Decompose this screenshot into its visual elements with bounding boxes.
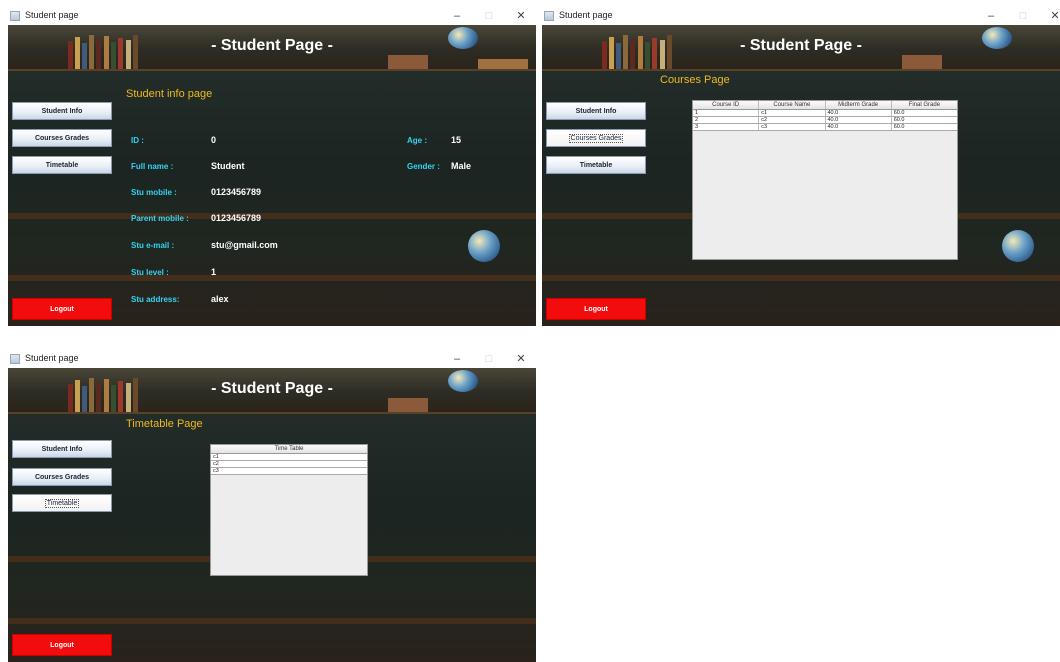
window-title: Student page xyxy=(25,10,79,20)
gender-value: Male xyxy=(451,161,472,171)
table-cell: c2 xyxy=(213,461,219,467)
table-cell: 2 xyxy=(693,117,760,123)
table-header: Course ID Course Name Midterm Grade Fina… xyxy=(693,101,957,110)
globe-icon xyxy=(468,230,500,262)
window-title: Student page xyxy=(559,10,613,20)
maximize-button[interactable]: □ xyxy=(480,9,498,23)
table-row[interactable]: c2 xyxy=(211,461,367,468)
globe-icon xyxy=(1002,230,1034,262)
table-cell: 3 xyxy=(693,124,760,130)
gender-label: Gender : xyxy=(407,162,440,171)
close-button[interactable]: ✕ xyxy=(512,352,530,366)
maximize-button[interactable]: □ xyxy=(480,352,498,366)
header-banner: - Student Page - xyxy=(8,368,536,414)
logout-button[interactable]: Logout xyxy=(12,634,112,656)
table-cell: 60.0 xyxy=(893,110,905,116)
minimize-button[interactable]: – xyxy=(982,9,1000,23)
timetable-button[interactable]: Timetable xyxy=(12,156,112,174)
table-row[interactable]: 2 c2 40.0 60.0 xyxy=(693,117,957,124)
timetable-window: Student page – □ ✕ - Student Page - Stud… xyxy=(8,351,536,662)
app-content: - Student Page - Student Info Courses Gr… xyxy=(542,25,1060,326)
maximize-button[interactable]: □ xyxy=(1014,9,1032,23)
java-app-icon xyxy=(10,354,20,364)
timetable-button[interactable]: Timetable xyxy=(546,156,646,174)
id-label: ID : xyxy=(131,136,144,145)
table-cell: 60.0 xyxy=(893,117,905,123)
header-banner: - Student Page - xyxy=(542,25,1060,71)
minimize-button[interactable]: – xyxy=(448,9,466,23)
parent-mobile-label: Parent mobile : xyxy=(131,214,189,223)
column-header[interactable]: Course Name xyxy=(759,101,826,109)
email-label: Stu e-mail : xyxy=(131,241,175,250)
close-button[interactable]: ✕ xyxy=(1046,9,1060,23)
column-header[interactable]: Time Table xyxy=(211,445,367,453)
table-cell: 40.0 xyxy=(826,117,892,123)
title-bar: Student page – □ ✕ xyxy=(8,351,536,368)
title-bar: Student page – □ ✕ xyxy=(542,8,1060,25)
java-app-icon xyxy=(544,11,554,21)
table-cell: c1 xyxy=(759,110,826,116)
page-heading: Courses Page xyxy=(660,74,730,86)
java-app-icon xyxy=(10,11,20,21)
page-heading: Student info page xyxy=(126,88,213,100)
minimize-button[interactable]: – xyxy=(448,352,466,366)
student-info-button[interactable]: Student Info xyxy=(12,102,112,120)
title-bar: Student page – □ ✕ xyxy=(8,8,536,25)
timetable-table[interactable]: Time Table c1 c2 c3 xyxy=(210,444,368,576)
table-cell: 40.0 xyxy=(826,110,892,116)
student-info-button[interactable]: Student Info xyxy=(12,440,112,458)
app-content: - Student Page - Student Info Courses Gr… xyxy=(8,368,536,662)
app-content: - Student Page - Student Info Courses Gr… xyxy=(8,25,536,326)
table-cell: c3 xyxy=(213,468,219,474)
student-info-window: Student page – □ ✕ - Student Page - Stud… xyxy=(8,8,536,326)
courses-table[interactable]: Course ID Course Name Midterm Grade Fina… xyxy=(692,100,958,260)
table-cell: 40.0 xyxy=(826,124,892,130)
level-label: Stu level : xyxy=(131,268,169,277)
window-title: Student page xyxy=(25,353,79,363)
parent-mobile-value: 0123456789 xyxy=(211,213,262,223)
mobile-value: 0123456789 xyxy=(211,187,262,197)
header-title: - Student Page - xyxy=(211,37,333,54)
table-row[interactable]: c1 xyxy=(211,454,367,461)
table-header: Time Table xyxy=(211,445,367,454)
fullname-value: Student xyxy=(211,161,245,171)
level-value: 1 xyxy=(211,267,217,277)
mobile-label: Stu mobile : xyxy=(131,188,177,197)
table-cell: c3 xyxy=(759,124,826,130)
age-value: 15 xyxy=(451,135,462,145)
page-heading: Timetable Page xyxy=(126,418,203,430)
student-info-button[interactable]: Student Info xyxy=(546,102,646,120)
courses-grades-button[interactable]: Courses Grades xyxy=(546,129,646,147)
courses-grades-button[interactable]: Courses Grades xyxy=(12,468,112,486)
table-cell: 60.0 xyxy=(893,124,905,130)
age-label: Age : xyxy=(407,136,427,145)
column-header[interactable]: Course ID xyxy=(693,101,760,109)
table-cell: c2 xyxy=(759,117,826,123)
courses-window: Student page – □ ✕ - Student Page - Stud… xyxy=(542,8,1060,326)
column-header[interactable]: Final Grade xyxy=(892,101,957,109)
header-banner: - Student Page - xyxy=(8,25,536,71)
email-value: stu@gmail.com xyxy=(211,240,278,250)
address-value: alex xyxy=(211,294,229,304)
courses-grades-button[interactable]: Courses Grades xyxy=(12,129,112,147)
column-header[interactable]: Midterm Grade xyxy=(826,101,892,109)
address-label: Stu address: xyxy=(131,295,180,304)
table-row[interactable]: 1 c1 40.0 60.0 xyxy=(693,110,957,117)
header-title: - Student Page - xyxy=(211,380,333,397)
close-button[interactable]: ✕ xyxy=(512,9,530,23)
header-title: - Student Page - xyxy=(740,37,862,54)
logout-button[interactable]: Logout xyxy=(546,298,646,320)
table-cell: c1 xyxy=(213,454,219,460)
timetable-button[interactable]: Timetable xyxy=(12,494,112,512)
table-cell: 1 xyxy=(693,110,760,116)
logout-button[interactable]: Logout xyxy=(12,298,112,320)
fullname-label: Full name : xyxy=(131,162,174,171)
table-row[interactable]: c3 xyxy=(211,468,367,475)
id-value: 0 xyxy=(211,135,217,145)
table-row[interactable]: 3 c3 40.0 60.0 xyxy=(693,124,957,131)
